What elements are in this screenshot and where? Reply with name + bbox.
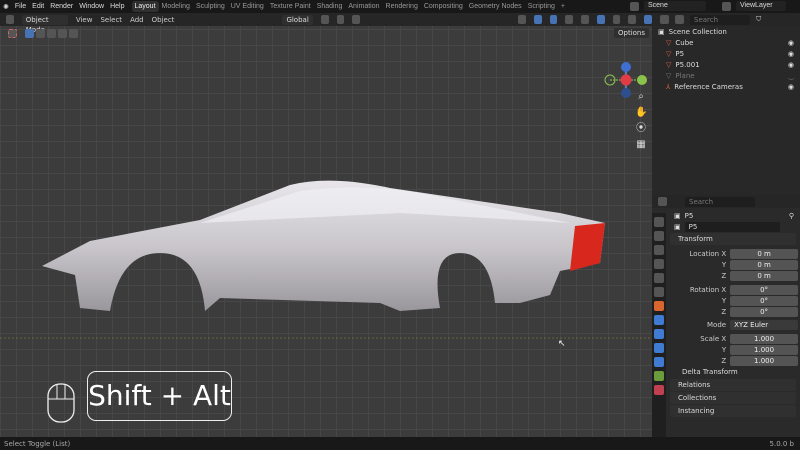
outliner-item-reference-cameras[interactable]: ⅄ Reference Cameras ◉ — [652, 81, 800, 92]
outliner-header: Search ⛉ — [652, 13, 800, 26]
eye-icon[interactable]: ◉ — [788, 61, 800, 69]
eye-icon[interactable]: ◉ — [788, 50, 800, 58]
funnel-icon[interactable]: ⛉ — [756, 15, 761, 24]
object-name-field[interactable]: ▣ P5 — [668, 221, 798, 232]
mouse-cursor-icon: ↖ — [558, 339, 566, 349]
tab-modeling[interactable]: Modeling — [159, 1, 193, 12]
world-tab-icon[interactable] — [654, 287, 664, 297]
eye-icon[interactable]: ◉ — [788, 39, 800, 47]
material-tab-icon[interactable] — [654, 385, 664, 395]
outliner-item-p5[interactable]: ▽ P5 ◉ — [652, 48, 800, 59]
location-z-field[interactable]: 0 m — [730, 271, 798, 282]
scene-collection[interactable]: ▣ Scene Collection — [652, 26, 800, 37]
transform-panel-header[interactable]: Transform — [670, 233, 796, 245]
tab-rendering[interactable]: Rendering — [383, 1, 421, 12]
data-tab-icon[interactable] — [654, 371, 664, 381]
3d-viewport[interactable]: Object Mode View Select Add Object Globa… — [0, 13, 652, 437]
properties-type-icon[interactable] — [658, 197, 667, 206]
menu-edit[interactable]: Edit — [29, 3, 47, 10]
menu-help[interactable]: Help — [107, 3, 127, 10]
scene-icon[interactable] — [630, 2, 639, 11]
relations-panel[interactable]: Relations — [670, 378, 796, 391]
object-icon: ▣ — [674, 211, 681, 220]
rotation-mode-dropdown[interactable]: XYZ Euler — [730, 320, 798, 331]
location-y-field[interactable]: 0 m — [730, 260, 798, 271]
menu-render[interactable]: Render — [47, 3, 76, 10]
properties-editor: Search ▣ P5 ⚲ ▣ P5 Transform Location X0 m … — [652, 195, 800, 443]
properties-tabs — [652, 213, 666, 443]
status-bar: Select Toggle (List) 5.0.0 b — [0, 437, 800, 450]
outliner-item-p5-001[interactable]: ▽ P5.001 ◉ — [652, 59, 800, 70]
modifier-tab-icon[interactable] — [654, 315, 664, 325]
tab-texture-paint[interactable]: Texture Paint — [267, 1, 314, 12]
particles-tab-icon[interactable] — [654, 329, 664, 339]
top-bar: ✺ File Edit Render Window Help Layout Mo… — [0, 0, 800, 13]
tab-geometry-nodes[interactable]: Geometry Nodes — [466, 1, 525, 12]
view-layer-selector[interactable]: ViewLayer — [736, 1, 786, 11]
tab-shading[interactable]: Shading — [314, 1, 346, 12]
status-hint: Select Toggle (List) — [4, 439, 71, 448]
tab-animation[interactable]: Animation — [345, 1, 382, 12]
output-tab-icon[interactable] — [654, 245, 664, 255]
tab-scripting[interactable]: Scripting — [525, 1, 558, 12]
scene-selector[interactable]: Scene — [644, 1, 706, 11]
tab-compositing[interactable]: Compositing — [421, 1, 466, 12]
object-name-label: ▣ P5 ⚲ — [668, 210, 798, 221]
view-layer-icon[interactable] — [722, 2, 731, 11]
physics-tab-icon[interactable] — [654, 343, 664, 353]
view-layer-tab-icon[interactable] — [654, 259, 664, 269]
rotation-y-field[interactable]: 0° — [730, 295, 798, 306]
delta-transform-panel[interactable]: Delta Transform — [668, 367, 798, 378]
outliner-search-input[interactable]: Search — [690, 14, 750, 25]
scale-y-field[interactable]: 1.000 — [730, 344, 798, 355]
outliner-item-cube[interactable]: ▽ Cube ◉ — [652, 37, 800, 48]
display-mode-icon[interactable] — [660, 15, 669, 24]
pin-icon[interactable]: ⚲ — [789, 212, 798, 220]
filter-icon[interactable] — [675, 15, 684, 24]
menu-file[interactable]: File — [12, 3, 29, 10]
instancing-panel[interactable]: Instancing — [670, 404, 796, 417]
eye-icon[interactable]: ◉ — [788, 83, 800, 91]
tab-layout[interactable]: Layout — [131, 1, 159, 12]
location-x-field[interactable]: 0 m — [730, 249, 798, 260]
scale-x-field[interactable]: 1.000 — [730, 333, 798, 344]
constraints-tab-icon[interactable] — [654, 357, 664, 367]
outliner-item-plane[interactable]: ▽ Plane ‿ — [652, 70, 800, 81]
scene-tab-icon[interactable] — [654, 273, 664, 283]
render-tab-icon[interactable] — [654, 231, 664, 241]
keystroke-overlay: Shift + Alt — [87, 371, 232, 421]
collections-panel[interactable]: Collections — [670, 391, 796, 404]
rotation-z-field[interactable]: 0° — [730, 306, 798, 317]
right-panels: Search ⛉ ▣ Scene Collection ▽ Cube ◉ ▽ P5 ◉ ▽… — [652, 13, 800, 443]
add-workspace-icon[interactable]: + — [558, 1, 568, 12]
collection-icon: ▣ — [658, 27, 665, 36]
tab-sculpting[interactable]: Sculpting — [193, 1, 228, 12]
properties-search-input[interactable]: Search — [685, 196, 755, 207]
version-label: 5.0.0 b — [769, 439, 794, 448]
eye-closed-icon[interactable]: ‿ — [788, 72, 800, 80]
tab-uv-editing[interactable]: UV Editing — [228, 1, 267, 12]
scale-z-field[interactable]: 1.000 — [730, 355, 798, 366]
mouse-icon — [47, 383, 75, 423]
tool-tab-icon[interactable] — [654, 217, 664, 227]
object-tab-icon[interactable] — [654, 301, 664, 311]
rotation-x-field[interactable]: 0° — [730, 284, 798, 295]
blender-logo-icon[interactable]: ✺ — [0, 3, 12, 11]
menu-window[interactable]: Window — [76, 3, 107, 10]
